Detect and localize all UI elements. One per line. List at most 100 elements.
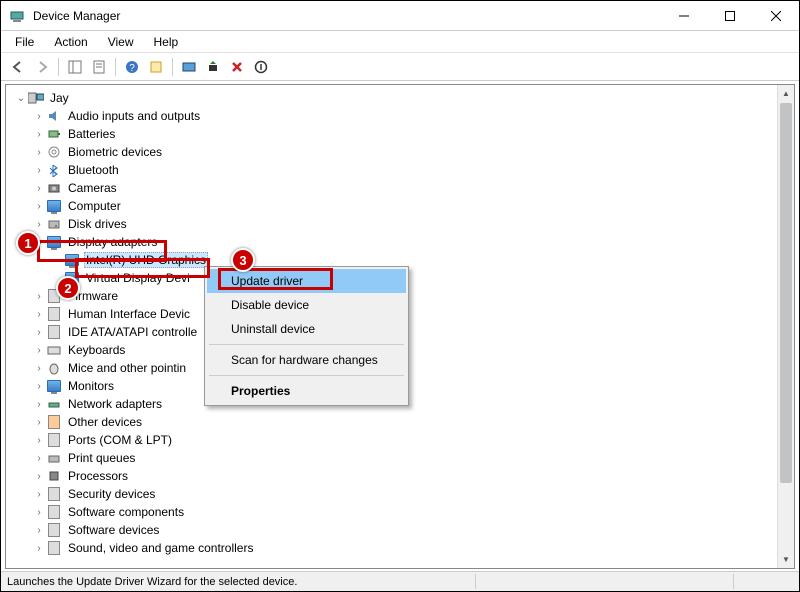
maximize-button[interactable] — [707, 1, 753, 31]
minimize-button[interactable] — [661, 1, 707, 31]
ctx-update-driver[interactable]: Update driver — [207, 269, 406, 293]
expander-icon[interactable]: › — [32, 343, 46, 357]
tree-root[interactable]: ⌄ Jay — [6, 89, 794, 107]
status-bar: Launches the Update Driver Wizard for th… — [1, 571, 799, 591]
expander-icon[interactable]: › — [32, 415, 46, 429]
expander-icon[interactable]: › — [32, 217, 46, 231]
toolbar-separator — [115, 58, 116, 76]
tree-category[interactable]: ›Audio inputs and outputs — [6, 107, 794, 125]
software-dev-icon — [46, 522, 62, 538]
tree-category[interactable]: ›Bluetooth — [6, 161, 794, 179]
tree-category[interactable]: ›Software components — [6, 503, 794, 521]
expander-icon[interactable]: › — [32, 469, 46, 483]
expander-icon[interactable]: › — [32, 541, 46, 555]
expander-icon[interactable]: › — [32, 307, 46, 321]
expander-icon[interactable]: › — [32, 325, 46, 339]
update-driver-icon[interactable] — [202, 56, 224, 78]
tree-category[interactable]: ›Sound, video and game controllers — [6, 539, 794, 557]
ctx-separator — [209, 375, 404, 376]
expander-icon[interactable]: › — [32, 487, 46, 501]
expander-icon[interactable]: › — [32, 181, 46, 195]
ide-icon — [46, 324, 62, 340]
tree-category[interactable]: ›Biometric devices — [6, 143, 794, 161]
root-label: Jay — [48, 90, 71, 106]
expander-icon[interactable]: › — [32, 433, 46, 447]
menu-action[interactable]: Action — [44, 33, 97, 51]
tree-category[interactable]: ›Software devices — [6, 521, 794, 539]
title-bar: Device Manager — [1, 1, 799, 31]
tree-category[interactable]: ›Other devices — [6, 413, 794, 431]
tree-category[interactable]: ›Processors — [6, 467, 794, 485]
bluetooth-icon — [46, 162, 62, 178]
tree-category[interactable]: ›Ports (COM & LPT) — [6, 431, 794, 449]
status-text: Launches the Update Driver Wizard for th… — [7, 576, 297, 588]
properties-icon[interactable] — [88, 56, 110, 78]
ctx-scan-hardware[interactable]: Scan for hardware changes — [207, 348, 406, 372]
keyboard-icon — [46, 342, 62, 358]
menu-help[interactable]: Help — [144, 33, 189, 51]
scroll-down-icon[interactable]: ▼ — [778, 551, 794, 568]
tree-category[interactable]: ›Batteries — [6, 125, 794, 143]
close-button[interactable] — [753, 1, 799, 31]
ctx-disable-device[interactable]: Disable device — [207, 293, 406, 317]
tree-category[interactable]: ›Cameras — [6, 179, 794, 197]
expander-icon[interactable]: › — [32, 163, 46, 177]
scroll-thumb[interactable] — [780, 103, 792, 483]
help-icon[interactable]: ? — [121, 56, 143, 78]
menu-bar: File Action View Help — [1, 31, 799, 53]
expander-icon[interactable]: › — [32, 127, 46, 141]
action-icon[interactable] — [145, 56, 167, 78]
ports-icon — [46, 432, 62, 448]
ctx-uninstall-device[interactable]: Uninstall device — [207, 317, 406, 341]
expander-icon[interactable]: › — [32, 451, 46, 465]
ctx-properties[interactable]: Properties — [207, 379, 406, 403]
expander-icon[interactable]: › — [32, 523, 46, 537]
expander-icon[interactable]: › — [32, 289, 46, 303]
computer-icon — [28, 90, 44, 106]
network-icon — [46, 396, 62, 412]
expander-icon[interactable]: › — [32, 109, 46, 123]
toolbar-separator — [58, 58, 59, 76]
battery-icon — [46, 126, 62, 142]
forward-button[interactable] — [31, 56, 53, 78]
show-hide-console-tree-icon[interactable] — [64, 56, 86, 78]
scroll-up-icon[interactable]: ▲ — [778, 85, 794, 102]
expander-icon[interactable]: › — [32, 505, 46, 519]
expander-icon[interactable]: › — [32, 361, 46, 375]
toolbar: ? — [1, 53, 799, 81]
context-menu: Update driver Disable device Uninstall d… — [204, 266, 409, 406]
status-cell — [733, 574, 793, 589]
window-controls — [661, 1, 799, 31]
menu-view[interactable]: View — [98, 33, 144, 51]
camera-icon — [46, 180, 62, 196]
expander-icon[interactable]: ⌄ — [14, 91, 28, 105]
disable-icon[interactable] — [250, 56, 272, 78]
mouse-icon — [46, 360, 62, 376]
back-button[interactable] — [7, 56, 29, 78]
disk-icon — [46, 216, 62, 232]
expander-icon[interactable]: › — [32, 379, 46, 393]
biometric-icon — [46, 144, 62, 160]
tree-category[interactable]: ›Computer — [6, 197, 794, 215]
expander-icon[interactable]: › — [32, 199, 46, 213]
display-adapter-icon — [64, 252, 80, 268]
security-icon — [46, 486, 62, 502]
monitor-icon — [46, 378, 62, 394]
selected-device-label: Intel(R) UHD Graphics — [84, 252, 208, 268]
svg-text:?: ? — [129, 63, 135, 74]
scan-hardware-icon[interactable] — [178, 56, 200, 78]
app-icon — [9, 8, 25, 24]
tree-category-display-adapters[interactable]: ⌄Display adapters — [6, 233, 794, 251]
menu-file[interactable]: File — [5, 33, 44, 51]
tree-category[interactable]: ›Print queues — [6, 449, 794, 467]
ctx-separator — [209, 344, 404, 345]
tree-category[interactable]: ›Disk drives — [6, 215, 794, 233]
tree-category[interactable]: ›Security devices — [6, 485, 794, 503]
expander-icon[interactable]: › — [32, 145, 46, 159]
other-icon — [46, 414, 62, 430]
uninstall-icon[interactable] — [226, 56, 248, 78]
annotation-circle-3: 3 — [231, 248, 255, 272]
vertical-scrollbar[interactable]: ▲ ▼ — [777, 85, 794, 568]
expander-icon[interactable]: › — [32, 397, 46, 411]
sound-icon — [46, 540, 62, 556]
